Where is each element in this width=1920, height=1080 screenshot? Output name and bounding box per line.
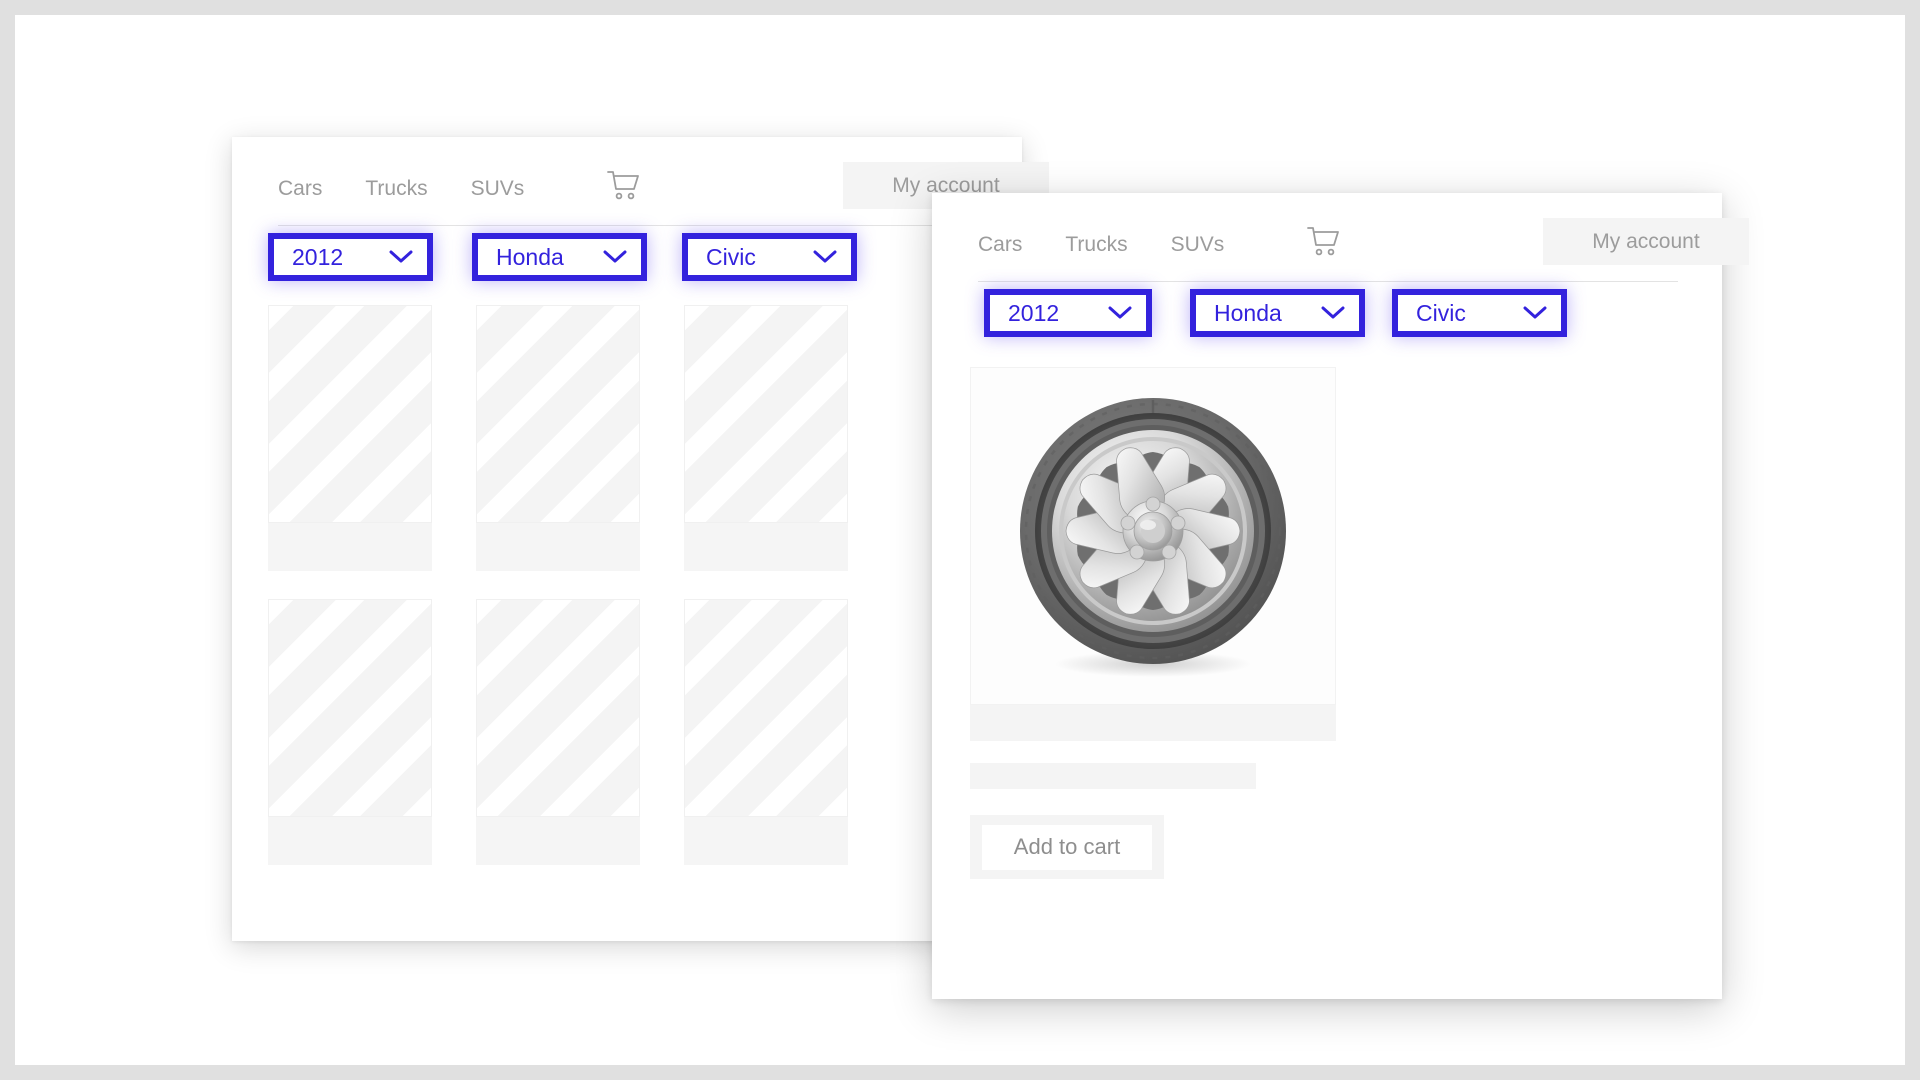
make-select[interactable]: Honda — [1190, 289, 1365, 337]
model-select-value: Civic — [706, 244, 756, 271]
product-image-placeholder — [684, 599, 848, 817]
listing-topbar: Cars Trucks SUVs My account — [232, 137, 1022, 227]
model-select[interactable]: Civic — [682, 233, 857, 281]
product-card-placeholder[interactable] — [476, 599, 640, 865]
chevron-down-icon — [1523, 306, 1547, 320]
model-select-highlight: Civic — [1392, 289, 1567, 337]
page-canvas: Cars Trucks SUVs My account — [15, 15, 1905, 1065]
year-select[interactable]: 2012 — [984, 289, 1152, 337]
model-select-highlight: Civic — [682, 233, 857, 281]
product-card-placeholder[interactable] — [476, 305, 640, 571]
year-select-highlight: 2012 — [984, 289, 1152, 337]
chevron-down-icon — [1321, 306, 1345, 320]
product-image-placeholder — [268, 305, 432, 523]
product-image-placeholder — [268, 599, 432, 817]
chevron-down-icon — [1108, 306, 1132, 320]
nav-item-cars[interactable]: Cars — [978, 233, 1022, 257]
product-image-placeholder — [476, 599, 640, 817]
shopping-cart-icon[interactable] — [1306, 225, 1340, 257]
add-to-cart-button[interactable]: Add to cart — [970, 815, 1164, 879]
product-title-placeholder — [970, 763, 1256, 789]
product-info-placeholder — [970, 705, 1336, 741]
alloy-wheel-tire-image — [1003, 386, 1303, 686]
header-divider — [278, 225, 978, 226]
product-card-placeholder[interactable] — [268, 305, 432, 571]
year-select-value: 2012 — [1008, 300, 1059, 327]
product-caption-placeholder — [476, 523, 640, 571]
product-image-placeholder — [684, 305, 848, 523]
chevron-down-icon — [603, 250, 627, 264]
nav-item-cars[interactable]: Cars — [278, 177, 322, 201]
model-select[interactable]: Civic — [1392, 289, 1567, 337]
product-caption-placeholder — [684, 817, 848, 865]
product-card-placeholder[interactable] — [684, 599, 848, 865]
product-grid-row — [268, 305, 1008, 571]
browser-window-detail: Cars Trucks SUVs My account — [932, 193, 1722, 999]
my-account-button[interactable]: My account — [1543, 218, 1749, 265]
product-grid-row — [268, 599, 1008, 865]
my-account-label: My account — [1592, 230, 1699, 254]
year-select[interactable]: 2012 — [268, 233, 433, 281]
product-grid — [268, 305, 1008, 893]
product-caption-placeholder — [684, 523, 848, 571]
listing-selector-row: 2012 Honda — [232, 233, 1022, 303]
year-select-highlight: 2012 — [268, 233, 433, 281]
product-image-frame — [970, 367, 1336, 705]
product-card-placeholder[interactable] — [684, 305, 848, 571]
year-select-value: 2012 — [292, 244, 343, 271]
detail-topbar: Cars Trucks SUVs My account — [932, 193, 1722, 283]
nav-item-trucks[interactable]: Trucks — [1065, 233, 1127, 257]
chevron-down-icon — [813, 250, 837, 264]
make-select-highlight: Honda — [472, 233, 647, 281]
listing-nav: Cars Trucks SUVs — [278, 177, 524, 201]
detail-selector-row: 2012 Honda — [932, 289, 1722, 359]
nav-item-trucks[interactable]: Trucks — [365, 177, 427, 201]
product-card-placeholder[interactable] — [268, 599, 432, 865]
product-caption-placeholder — [476, 817, 640, 865]
add-to-cart-label: Add to cart — [1014, 834, 1120, 860]
page-frame: Cars Trucks SUVs My account — [0, 0, 1920, 1080]
make-select-value: Honda — [1214, 300, 1282, 327]
make-select-highlight: Honda — [1190, 289, 1365, 337]
model-select-value: Civic — [1416, 300, 1466, 327]
chevron-down-icon — [389, 250, 413, 264]
make-select[interactable]: Honda — [472, 233, 647, 281]
detail-nav: Cars Trucks SUVs — [978, 233, 1224, 257]
product-caption-placeholder — [268, 523, 432, 571]
add-to-cart-label-wrap: Add to cart — [982, 825, 1152, 870]
nav-item-suvs[interactable]: SUVs — [1171, 233, 1225, 257]
product-caption-placeholder — [268, 817, 432, 865]
nav-item-suvs[interactable]: SUVs — [471, 177, 525, 201]
header-divider — [978, 281, 1678, 282]
browser-window-listing: Cars Trucks SUVs My account — [232, 137, 1022, 941]
product-image-placeholder — [476, 305, 640, 523]
make-select-value: Honda — [496, 244, 564, 271]
shopping-cart-icon[interactable] — [606, 169, 640, 201]
